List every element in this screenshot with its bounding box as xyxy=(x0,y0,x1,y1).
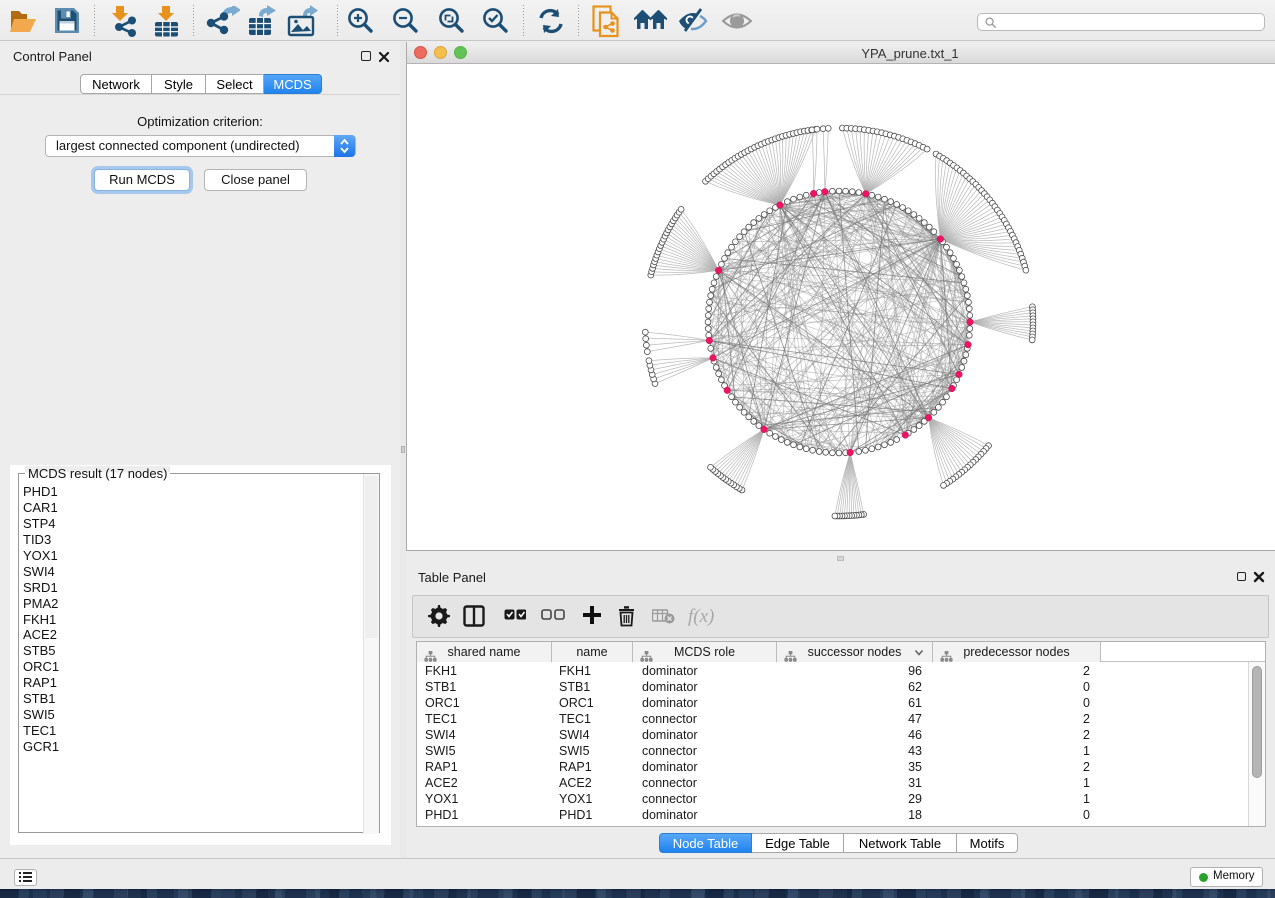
svg-text:f(x): f(x) xyxy=(688,606,714,627)
